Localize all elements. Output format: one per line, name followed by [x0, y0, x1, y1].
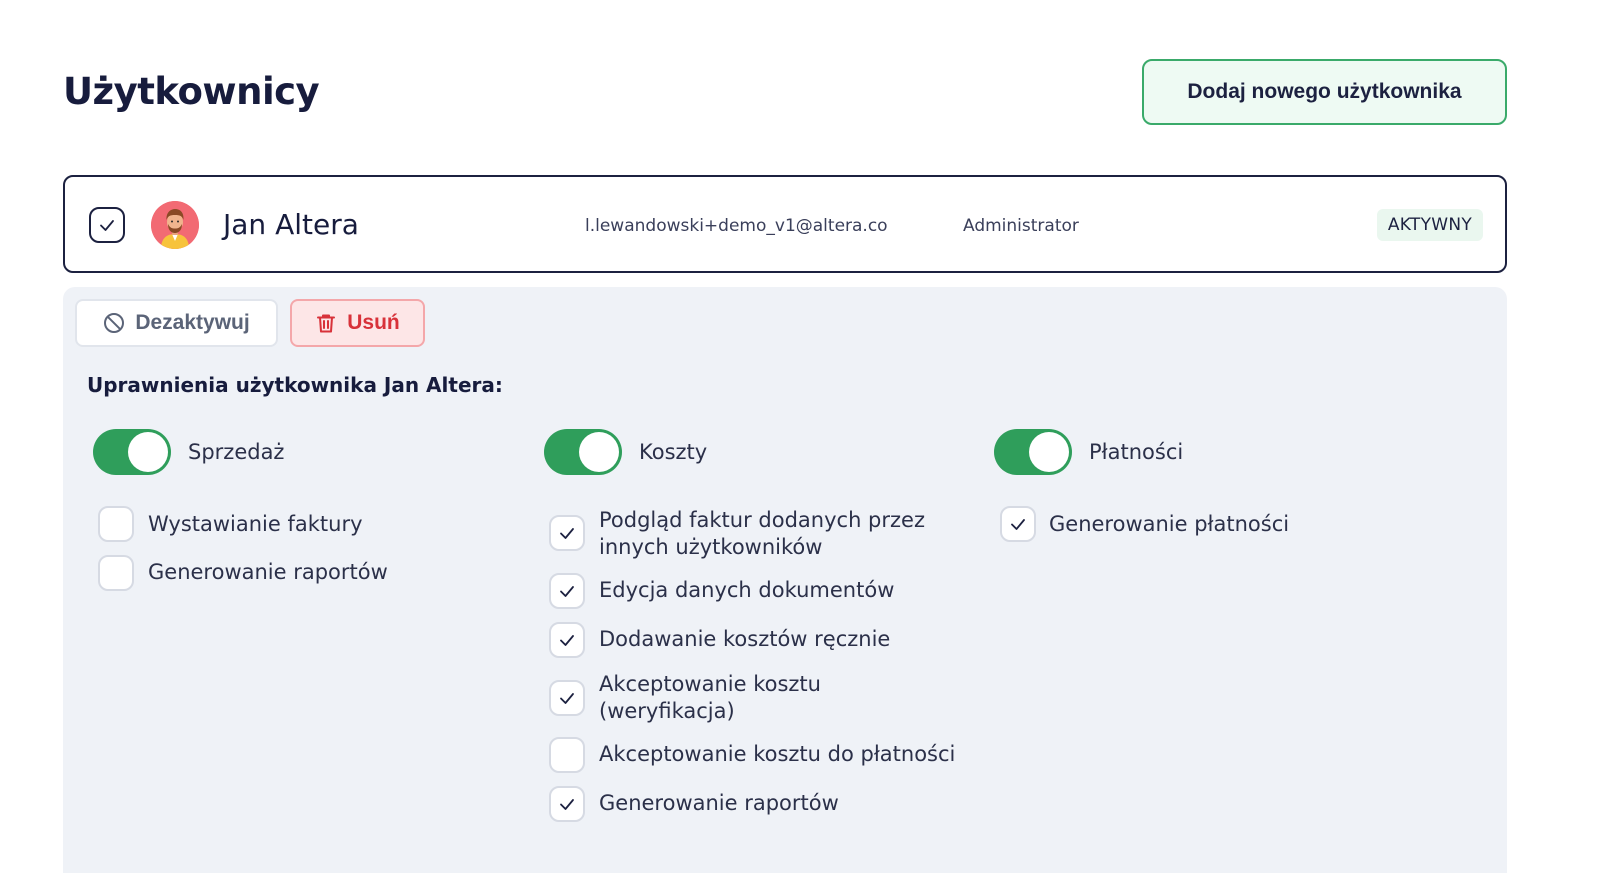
status-badge: AKTYWNY	[1377, 209, 1483, 241]
trash-icon	[317, 314, 336, 333]
perm-label-line: Podgląd faktur dodanych przez	[599, 508, 925, 532]
users-page: Użytkownicy Dodaj nowego użytkownika Jan…	[0, 0, 1600, 873]
page-title: Użytkownicy	[63, 70, 320, 113]
user-select-checkbox[interactable]	[89, 207, 125, 243]
toggle-costs[interactable]	[544, 429, 622, 475]
check-icon	[560, 528, 574, 539]
perm-label: Generowanie płatności	[1049, 512, 1290, 536]
perm-checkbox-costs-edit[interactable]	[549, 573, 585, 609]
perm-label: Wystawianie faktury	[148, 512, 363, 536]
avatar	[151, 201, 199, 249]
toggle-knob	[128, 432, 168, 472]
deactivate-label: Dezaktywuj	[135, 311, 250, 334]
perm-label: Akceptowanie kosztu do płatności	[599, 742, 956, 766]
perm-label: Akceptowanie kosztu (weryfikacja)	[599, 671, 821, 725]
perm-label: Edycja danych dokumentów	[599, 578, 895, 602]
toggle-sales[interactable]	[93, 429, 171, 475]
user-name: Jan Altera	[223, 208, 359, 241]
toggle-knob	[579, 432, 619, 472]
delete-button[interactable]: Usuń	[290, 299, 425, 347]
block-icon	[104, 313, 125, 333]
deactivate-button[interactable]: Dezaktywuj	[75, 299, 278, 347]
perm-label: Podgląd faktur dodanych przez innych uży…	[599, 507, 925, 561]
check-icon	[560, 799, 574, 810]
check-icon	[1011, 519, 1025, 530]
add-user-button[interactable]: Dodaj nowego użytkownika	[1142, 59, 1507, 125]
perm-label: Generowanie raportów	[599, 791, 839, 815]
toggle-costs-label: Koszty	[639, 440, 708, 464]
perm-label-line: Akceptowanie kosztu	[599, 672, 821, 696]
toggle-payments[interactable]	[994, 429, 1072, 475]
check-icon	[560, 693, 574, 704]
perm-label-line: innych użytkowników	[599, 535, 823, 559]
check-icon	[560, 586, 574, 597]
toggle-sales-label: Sprzedaż	[188, 440, 285, 464]
perm-label: Generowanie raportów	[148, 560, 388, 584]
perm-label: Dodawanie kosztów ręcznie	[599, 627, 891, 651]
user-role: Administrator	[963, 216, 1079, 236]
perm-checkbox-costs-verify[interactable]	[549, 680, 585, 716]
perm-checkbox-costs-add[interactable]	[549, 622, 585, 658]
toggle-payments-label: Płatności	[1089, 440, 1184, 464]
perm-checkbox-costs-reports[interactable]	[549, 786, 585, 822]
permissions-heading: Uprawnienia użytkownika Jan Altera:	[87, 373, 503, 397]
toggle-knob	[1029, 432, 1069, 472]
delete-label: Usuń	[347, 311, 400, 334]
perm-checkbox-payments-generate[interactable]	[1000, 506, 1036, 542]
perm-checkbox-sales-invoice[interactable]	[98, 506, 134, 542]
perm-label-line: (weryfikacja)	[599, 699, 735, 723]
check-icon	[560, 635, 574, 646]
user-email: l.lewandowski+demo_v1@altera.co	[585, 216, 888, 236]
perm-checkbox-sales-reports[interactable]	[98, 555, 134, 591]
check-icon	[100, 220, 114, 231]
perm-checkbox-costs-approve-payment[interactable]	[549, 737, 585, 773]
user-avatar-icon	[151, 201, 199, 249]
user-row[interactable]: Jan Altera l.lewandowski+demo_v1@altera.…	[63, 175, 1507, 273]
user-details-panel: Dezaktywuj Usuń Uprawnienia użytkownika …	[63, 287, 1507, 873]
perm-checkbox-costs-view[interactable]	[549, 515, 585, 551]
